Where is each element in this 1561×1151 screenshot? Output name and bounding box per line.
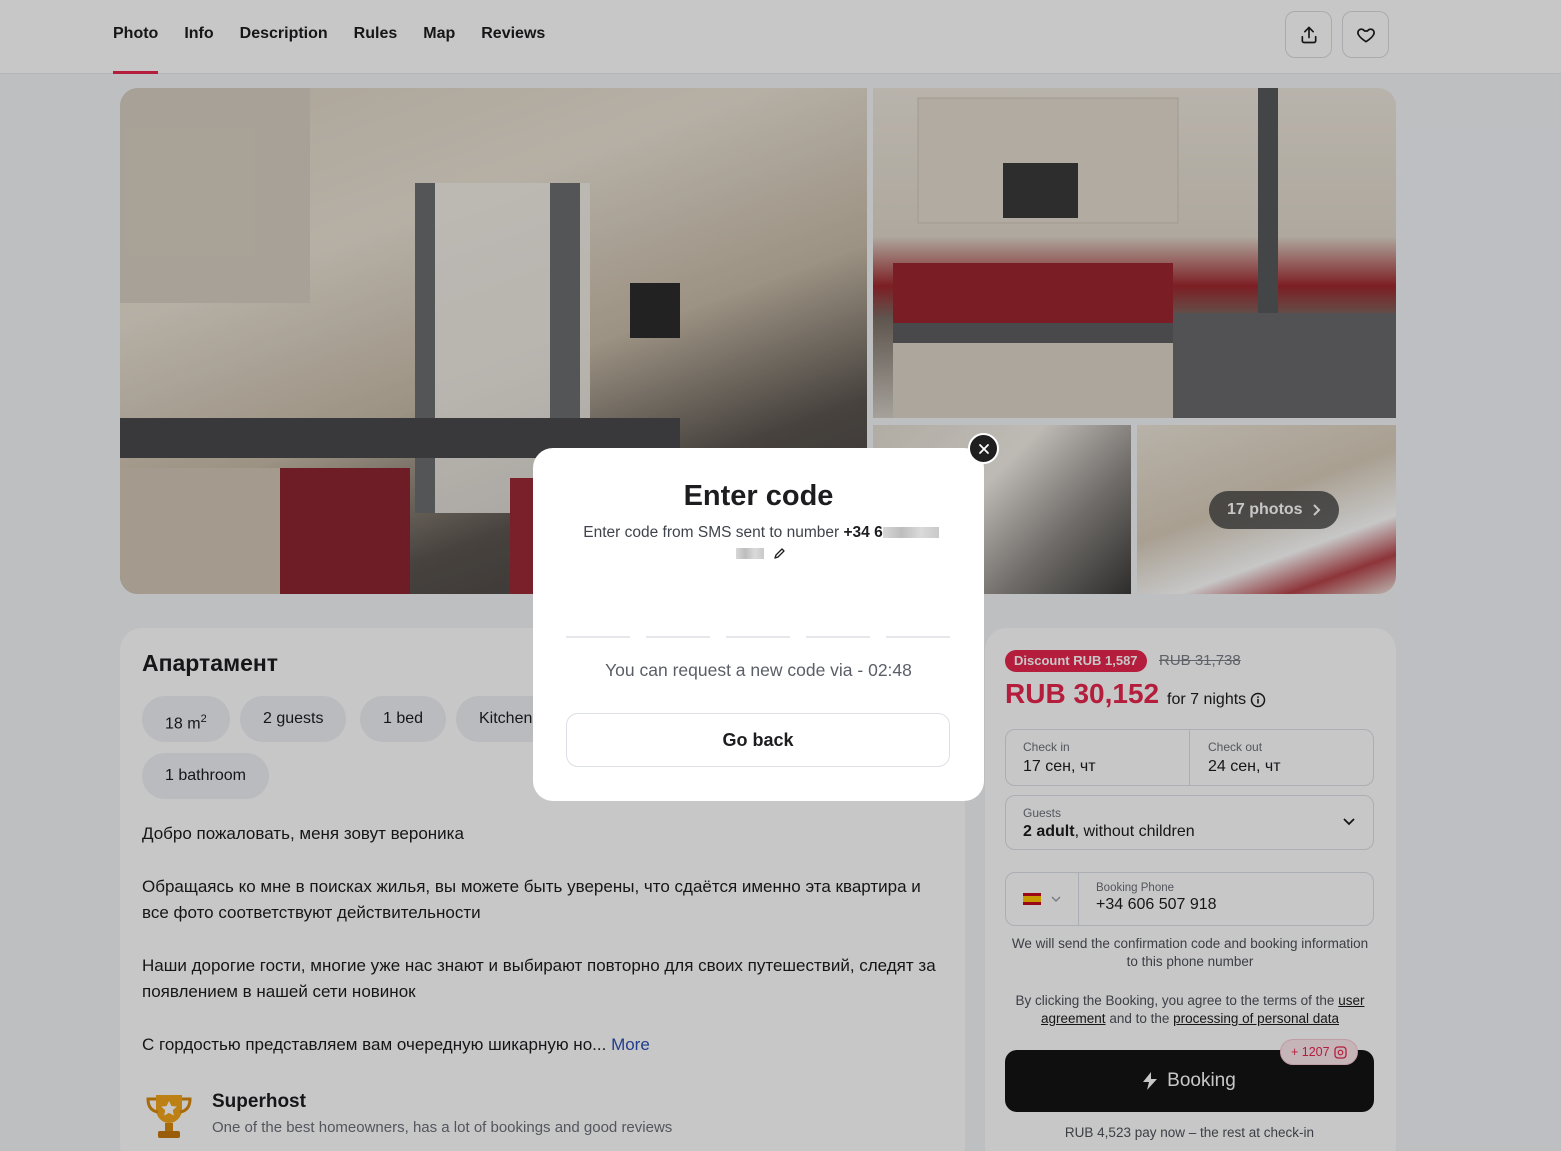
edit-pencil-icon[interactable] [773, 547, 786, 560]
modal-subtitle-text: Enter code from SMS sent to number [583, 524, 840, 541]
close-icon [978, 443, 989, 454]
modal-title: Enter code [683, 480, 834, 512]
masked-phone: +34 6 [843, 524, 883, 541]
masked-phone-blur [882, 527, 939, 539]
masked-phone-blur-2 [736, 548, 765, 560]
code-digit-1[interactable] [566, 636, 630, 638]
code-digit-3[interactable] [726, 636, 790, 638]
close-modal-button[interactable] [968, 433, 999, 464]
resend-timer: You can request a new code via - 02:48 [605, 660, 912, 680]
go-back-button[interactable]: Go back [566, 713, 950, 767]
code-digit-4[interactable] [806, 636, 870, 638]
code-digit-2[interactable] [646, 636, 710, 638]
enter-code-modal: Enter code Enter code from SMS sent to n… [533, 448, 984, 801]
code-digit-5[interactable] [886, 636, 950, 638]
modal-subtitle: Enter code from SMS sent to number +34 6 [566, 522, 956, 564]
